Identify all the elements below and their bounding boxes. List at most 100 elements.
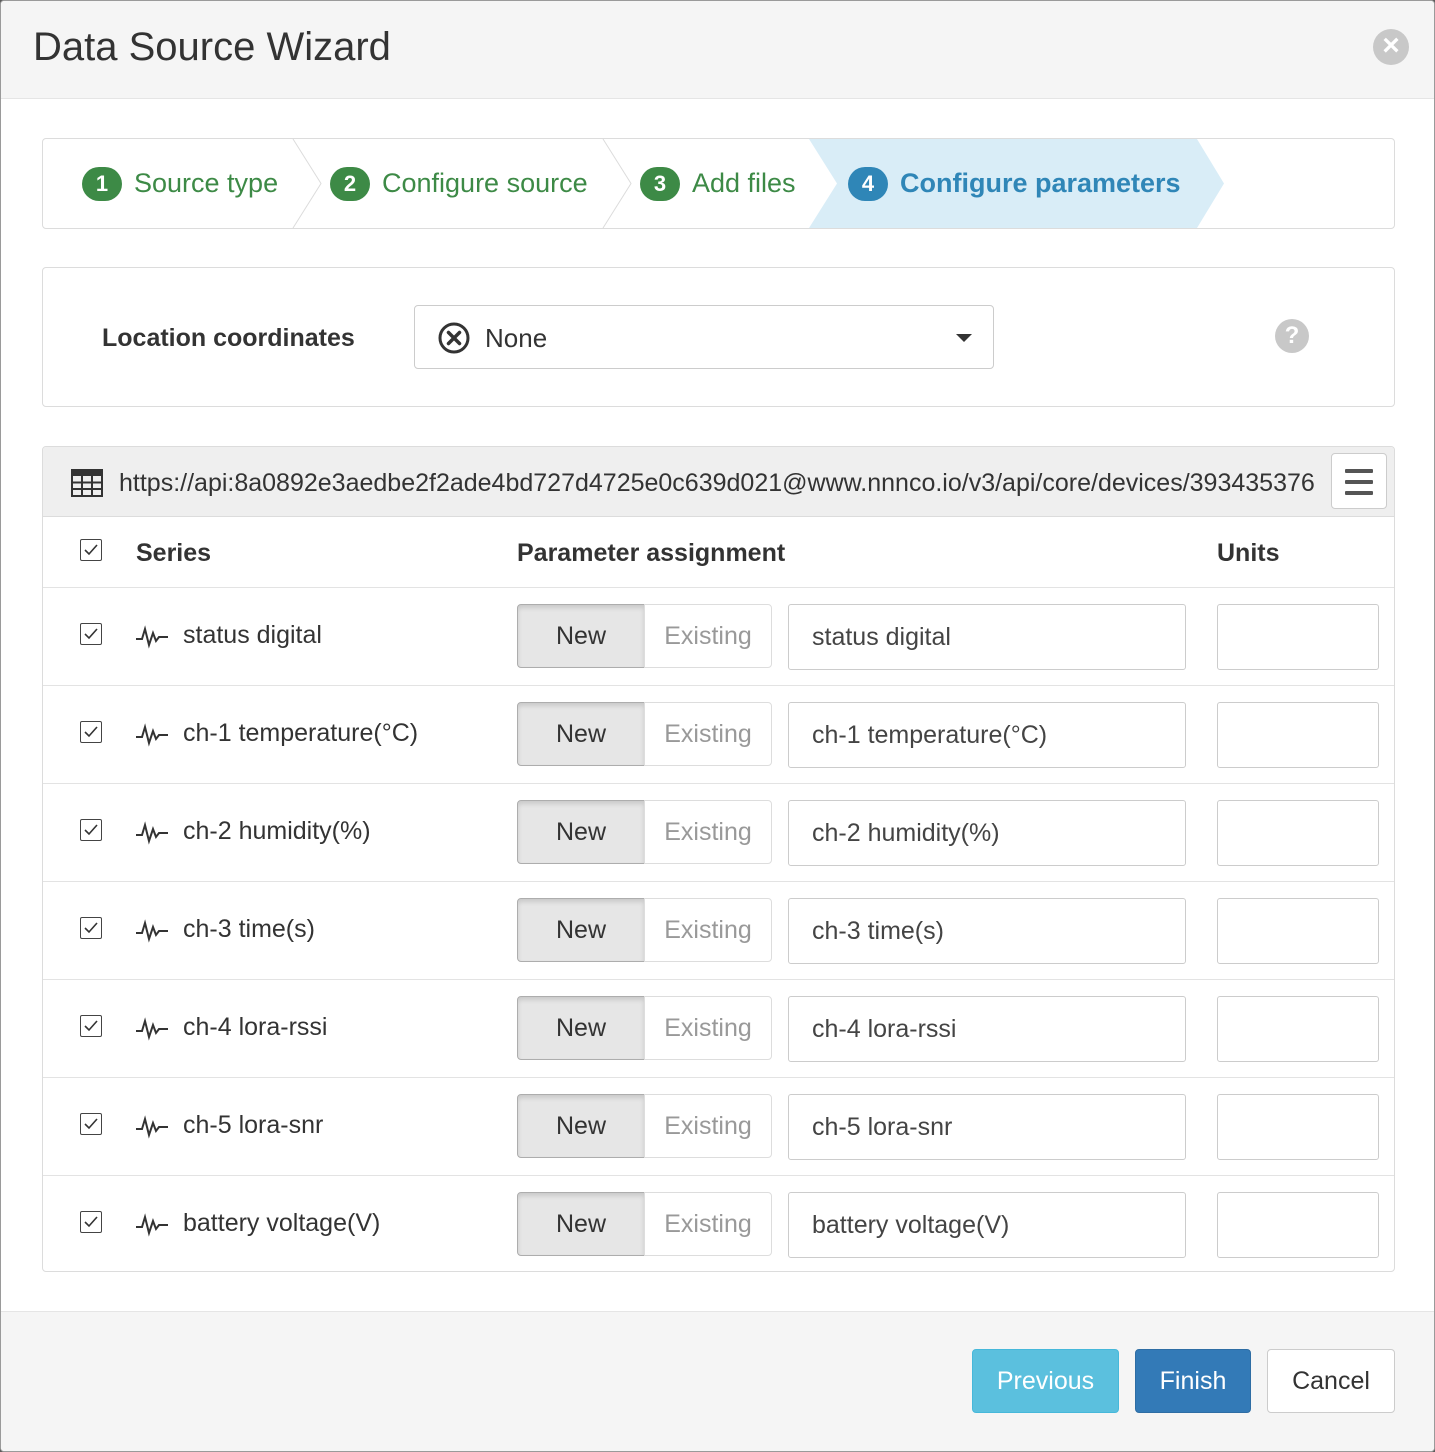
table-row: ch-1 temperature(°C) New Existing ch-1 t…	[43, 686, 1394, 784]
step-label: Add files	[692, 168, 796, 198]
series-wave-icon	[136, 1213, 168, 1237]
assignment-toggle: New Existing	[517, 800, 772, 864]
step-label: Configure parameters	[900, 168, 1181, 198]
header-units: Units	[1217, 539, 1280, 567]
row-checkbox[interactable]	[80, 917, 102, 939]
source-url-header: https://api:8a0892e3aedbe2f2ade4bd727d47…	[43, 447, 1394, 517]
parameter-name-input[interactable]: ch-4 lora-rssi	[788, 996, 1186, 1062]
units-input[interactable]	[1217, 604, 1379, 670]
step-source-type[interactable]: 1 Source type	[82, 139, 278, 228]
parameter-name-input[interactable]: ch-2 humidity(%)	[788, 800, 1186, 866]
units-input[interactable]	[1217, 702, 1379, 768]
step-label: Source type	[134, 168, 279, 198]
table-row: ch-2 humidity(%) New Existing ch-2 humid…	[43, 784, 1394, 882]
location-selected-value: None	[485, 323, 548, 353]
header-parameter-assignment: Parameter assignment	[517, 539, 786, 567]
location-panel: Location coordinates None ?	[42, 267, 1395, 407]
existing-button[interactable]: Existing	[644, 1192, 772, 1256]
row-checkbox[interactable]	[80, 1113, 102, 1135]
step-separator	[602, 139, 632, 228]
new-button[interactable]: New	[517, 800, 645, 864]
series-wave-icon	[136, 1017, 168, 1041]
existing-button[interactable]: Existing	[644, 702, 772, 766]
table-row: ch-5 lora-snr New Existing ch-5 lora-snr	[43, 1078, 1394, 1176]
wizard-steps: 1 Source type 2 Configure source 3 Add f…	[42, 138, 1395, 229]
series-name: ch-3 time(s)	[183, 915, 315, 943]
location-label: Location coordinates	[102, 324, 355, 352]
table-column-headers: Series Parameter assignment Units	[43, 517, 1394, 588]
existing-button[interactable]: Existing	[644, 1094, 772, 1158]
parameter-name-input[interactable]: ch-5 lora-snr	[788, 1094, 1186, 1160]
units-input[interactable]	[1217, 898, 1379, 964]
dialog-header: Data Source Wizard ×	[1, 1, 1434, 99]
series-wave-icon	[136, 821, 168, 845]
new-button[interactable]: New	[517, 604, 645, 668]
parameter-name-input[interactable]: battery voltage(V)	[788, 1192, 1186, 1258]
assignment-toggle: New Existing	[517, 1094, 772, 1158]
step-number: 1	[82, 166, 122, 201]
wizard-dialog: Data Source Wizard × 1 Source type 2 Con…	[0, 0, 1435, 1452]
existing-button[interactable]: Existing	[644, 996, 772, 1060]
new-button[interactable]: New	[517, 898, 645, 962]
assignment-toggle: New Existing	[517, 898, 772, 962]
existing-button[interactable]: Existing	[644, 604, 772, 668]
new-button[interactable]: New	[517, 1094, 645, 1158]
dialog-title: Data Source Wizard	[33, 25, 391, 69]
series-name: ch-4 lora-rssi	[183, 1013, 328, 1041]
units-input[interactable]	[1217, 996, 1379, 1062]
series-wave-icon	[136, 919, 168, 943]
table-icon	[71, 469, 103, 497]
dialog-footer: Previous Finish Cancel	[1, 1311, 1434, 1451]
table-row: ch-3 time(s) New Existing ch-3 time(s)	[43, 882, 1394, 980]
help-icon[interactable]: ?	[1275, 319, 1309, 353]
previous-button[interactable]: Previous	[972, 1349, 1119, 1413]
finish-button[interactable]: Finish	[1135, 1349, 1251, 1413]
cancel-button[interactable]: Cancel	[1267, 1349, 1395, 1413]
close-icon[interactable]: ×	[1373, 29, 1409, 65]
series-name: ch-2 humidity(%)	[183, 817, 371, 845]
step-label: Configure source	[382, 168, 588, 198]
existing-button[interactable]: Existing	[644, 898, 772, 962]
existing-button[interactable]: Existing	[644, 800, 772, 864]
series-wave-icon	[136, 625, 168, 649]
step-number: 4	[848, 166, 888, 201]
series-name: ch-5 lora-snr	[183, 1111, 324, 1139]
circle-x-icon	[438, 322, 470, 354]
source-url: https://api:8a0892e3aedbe2f2ade4bd727d47…	[119, 469, 1315, 497]
row-checkbox[interactable]	[80, 819, 102, 841]
parameter-name-input[interactable]: status digital	[788, 604, 1186, 670]
parameter-table-panel: https://api:8a0892e3aedbe2f2ade4bd727d47…	[42, 446, 1395, 1272]
series-name: battery voltage(V)	[183, 1209, 381, 1237]
select-all-checkbox[interactable]	[80, 539, 102, 561]
parameter-name-input[interactable]: ch-3 time(s)	[788, 898, 1186, 964]
row-checkbox[interactable]	[80, 623, 102, 645]
row-checkbox[interactable]	[80, 1015, 102, 1037]
row-checkbox[interactable]	[80, 1211, 102, 1233]
units-input[interactable]	[1217, 1094, 1379, 1160]
table-row: status digital New Existing status digit…	[43, 588, 1394, 686]
assignment-toggle: New Existing	[517, 996, 772, 1060]
assignment-toggle: New Existing	[517, 1192, 772, 1256]
step-configure-source[interactable]: 2 Configure source	[330, 139, 588, 228]
location-select[interactable]: None	[414, 305, 994, 369]
assignment-toggle: New Existing	[517, 604, 772, 668]
table-row: ch-4 lora-rssi New Existing ch-4 lora-rs…	[43, 980, 1394, 1078]
units-input[interactable]	[1217, 800, 1379, 866]
chevron-down-icon	[956, 334, 972, 342]
units-input[interactable]	[1217, 1192, 1379, 1258]
series-wave-icon	[136, 723, 168, 747]
new-button[interactable]: New	[517, 996, 645, 1060]
series-wave-icon	[136, 1115, 168, 1139]
menu-icon[interactable]	[1331, 453, 1387, 509]
step-number: 3	[640, 166, 680, 201]
step-number: 2	[330, 166, 370, 201]
step-add-files[interactable]: 3 Add files	[640, 139, 796, 228]
header-series: Series	[136, 539, 212, 567]
step-separator	[292, 139, 322, 228]
row-checkbox[interactable]	[80, 721, 102, 743]
parameter-name-input[interactable]: ch-1 temperature(°C)	[788, 702, 1186, 768]
new-button[interactable]: New	[517, 1192, 645, 1256]
step-configure-parameters[interactable]: 4 Configure parameters	[848, 139, 1181, 228]
new-button[interactable]: New	[517, 702, 645, 766]
series-name: ch-1 temperature(°C)	[183, 719, 419, 747]
